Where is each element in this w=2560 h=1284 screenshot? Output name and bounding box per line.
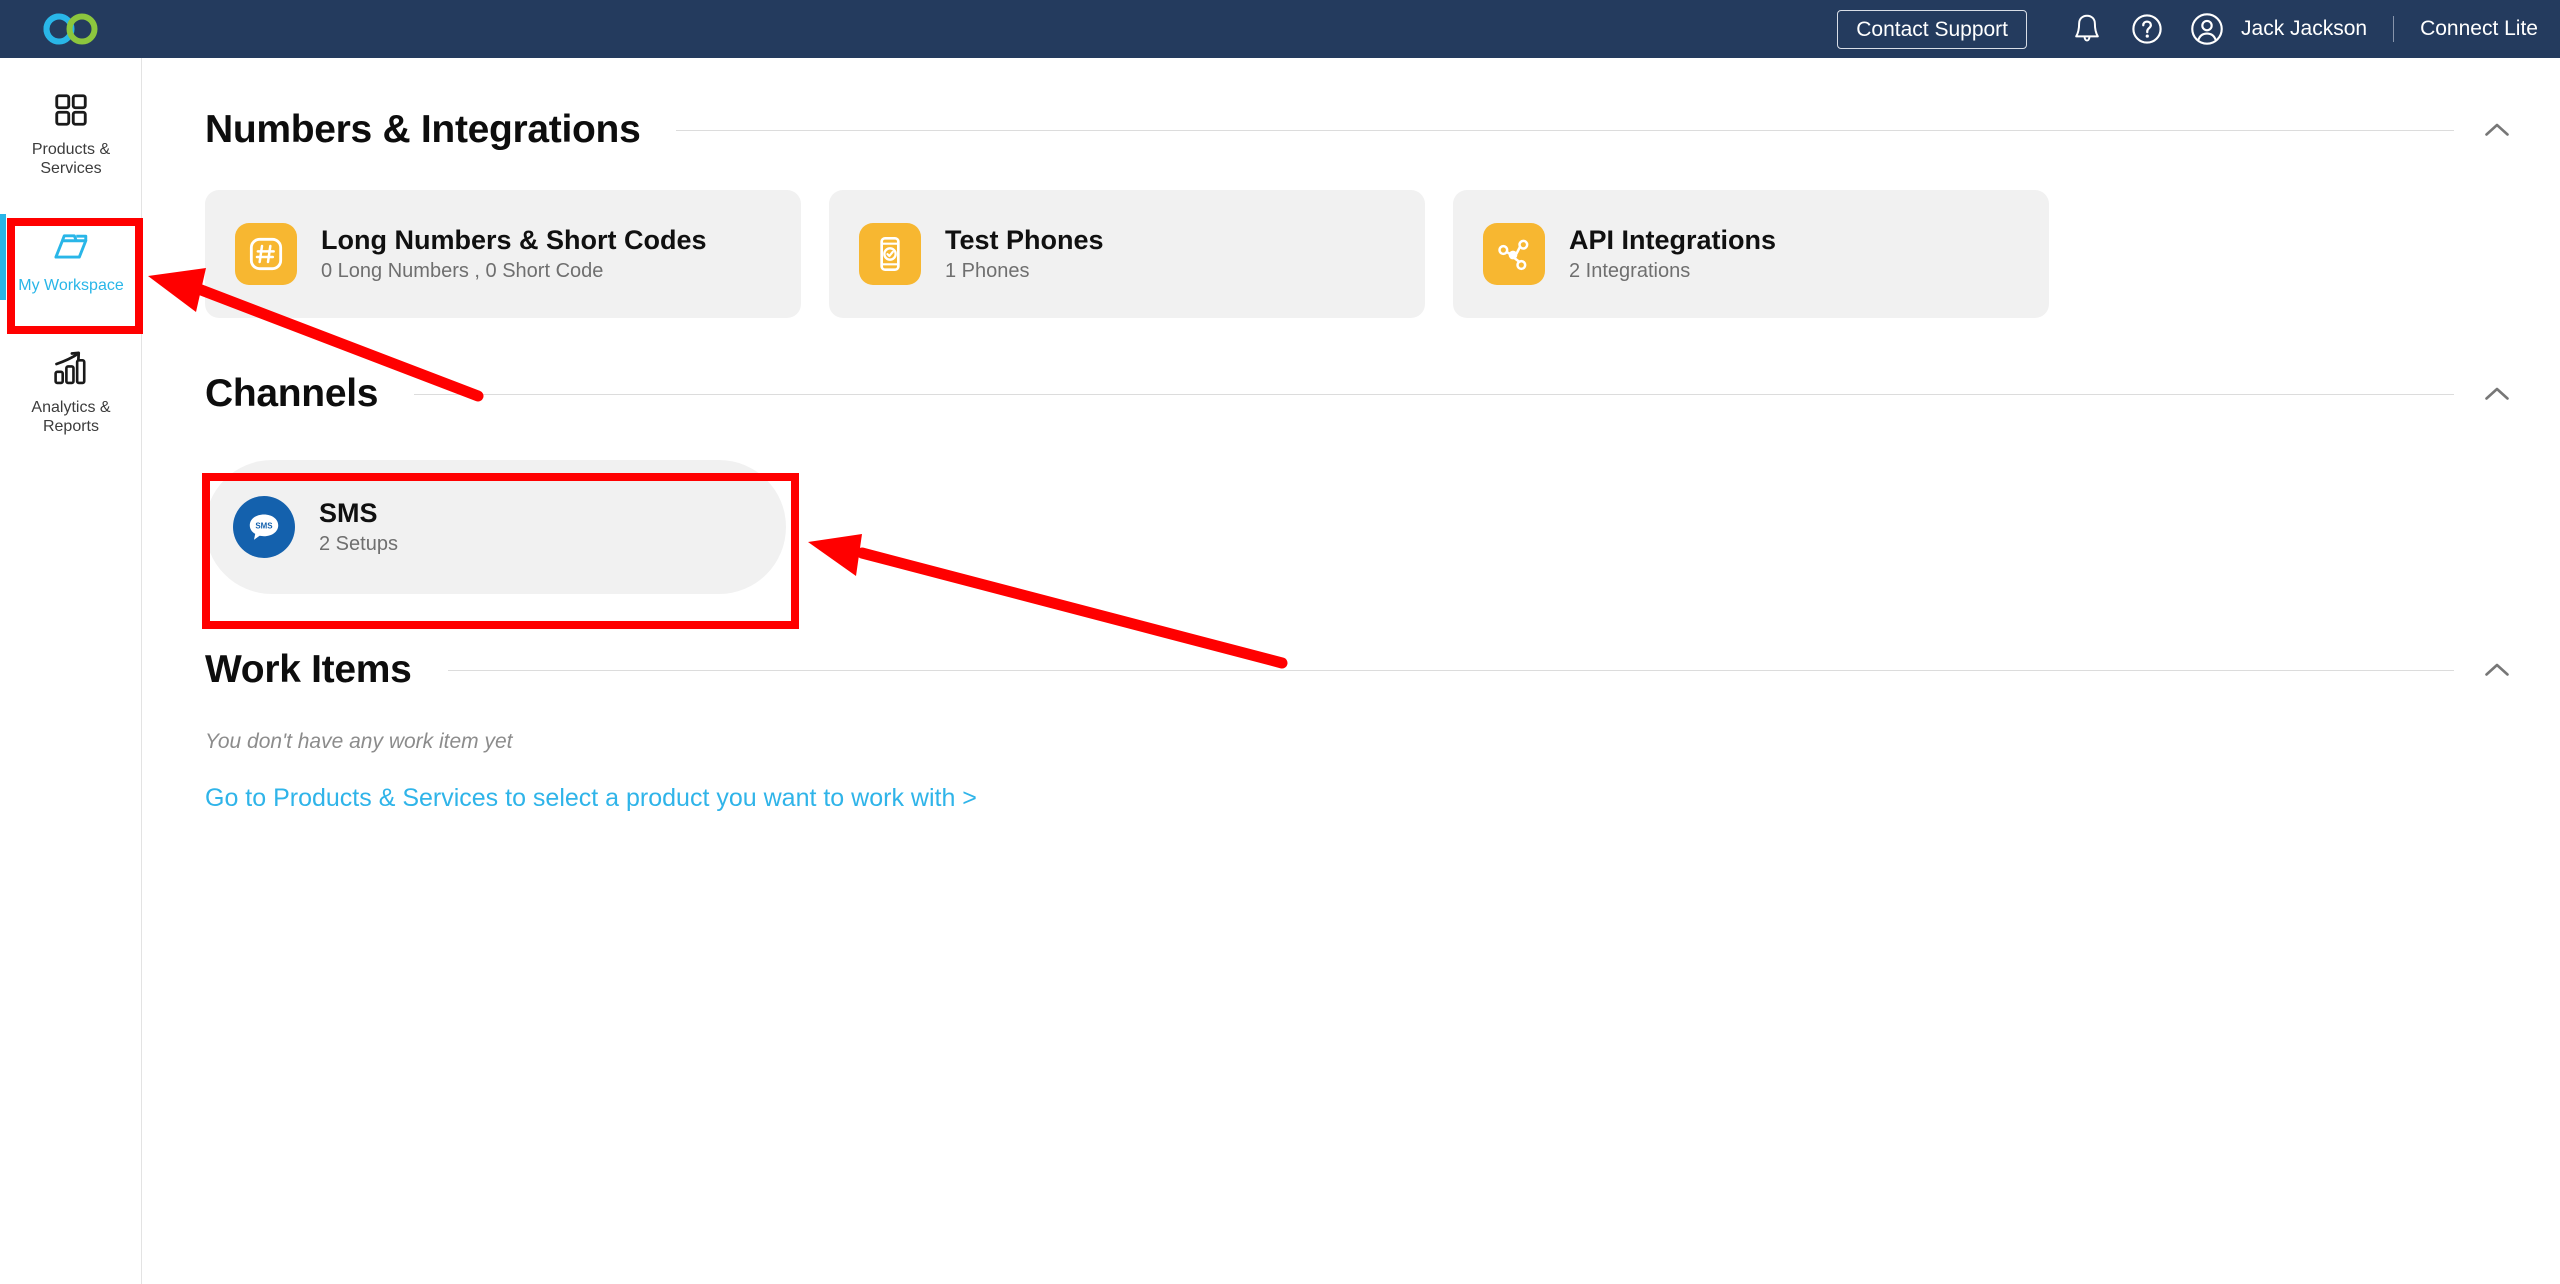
chevron-up-icon[interactable] bbox=[2482, 379, 2512, 409]
card-text: Test Phones 1 Phones bbox=[945, 225, 1104, 283]
sidebar-item-label: My Workspace bbox=[18, 277, 124, 295]
hash-icon bbox=[235, 223, 297, 285]
section-rule bbox=[414, 393, 2454, 395]
folder-icon bbox=[51, 224, 91, 268]
section-rule bbox=[676, 129, 2454, 131]
section-numbers-integrations: Numbers & Integrations Long Numbers & Sh… bbox=[143, 58, 2560, 318]
header-right-cluster: Contact Support Jack Jackson Connect Lit… bbox=[1837, 0, 2542, 58]
section-header: Channels bbox=[143, 372, 2560, 416]
bar-chart-arrow-icon bbox=[51, 346, 91, 390]
card-title: SMS bbox=[319, 498, 378, 528]
sms-bubble-icon: SMS bbox=[233, 496, 295, 558]
section-rule bbox=[447, 669, 2454, 671]
left-sidebar: Products & Services My Workspace Analytic… bbox=[0, 58, 142, 1284]
card-text: Long Numbers & Short Codes 0 Long Number… bbox=[321, 225, 707, 283]
sidebar-item-label: Analytics & Reports bbox=[31, 398, 111, 435]
plan-name-label[interactable]: Connect Lite bbox=[2420, 17, 2538, 41]
section-channels: Channels SMS SMS 2 Setups bbox=[143, 318, 2560, 594]
card-sms-channel[interactable]: SMS SMS 2 Setups bbox=[205, 460, 786, 594]
bell-icon bbox=[2075, 14, 2099, 42]
app-logo[interactable] bbox=[0, 0, 142, 58]
card-subtitle: 0 Long Numbers , 0 Short Code bbox=[321, 260, 604, 282]
top-header-bar: Contact Support Jack Jackson Connect Lit… bbox=[0, 0, 2560, 58]
card-subtitle: 1 Phones bbox=[945, 260, 1030, 282]
svg-text:SMS: SMS bbox=[255, 521, 272, 530]
phone-check-icon bbox=[859, 223, 921, 285]
grid-icon bbox=[53, 88, 89, 132]
infinity-logo-icon bbox=[43, 13, 98, 45]
chevron-up-icon[interactable] bbox=[2482, 115, 2512, 145]
help-button[interactable] bbox=[2117, 0, 2177, 58]
chevron-up-icon[interactable] bbox=[2482, 655, 2512, 685]
section-title: Channels bbox=[205, 372, 379, 415]
card-title: Test Phones bbox=[945, 225, 1104, 255]
main-content: Numbers & Integrations Long Numbers & Sh… bbox=[143, 58, 2560, 1284]
question-circle-icon bbox=[2132, 14, 2162, 44]
card-title: Long Numbers & Short Codes bbox=[321, 225, 707, 255]
card-test-phones[interactable]: Test Phones 1 Phones bbox=[829, 190, 1425, 318]
section-header: Numbers & Integrations bbox=[143, 108, 2560, 152]
sidebar-item-analytics-reports[interactable]: Analytics & Reports bbox=[0, 330, 142, 450]
notifications-button[interactable] bbox=[2057, 0, 2117, 58]
card-title: API Integrations bbox=[1569, 225, 1777, 255]
user-avatar-button[interactable] bbox=[2177, 0, 2237, 58]
channels-cards-row: SMS SMS 2 Setups bbox=[143, 460, 2560, 594]
sidebar-item-my-workspace[interactable]: My Workspace bbox=[0, 208, 142, 309]
section-header: Work Items bbox=[143, 648, 2560, 692]
sidebar-item-label: Products & Services bbox=[31, 141, 111, 178]
card-subtitle: 2 Integrations bbox=[1569, 260, 1691, 282]
section-title: Numbers & Integrations bbox=[205, 108, 641, 151]
go-to-products-services-link[interactable]: Go to Products & Services to select a pr… bbox=[143, 784, 977, 813]
header-divider bbox=[2393, 16, 2395, 42]
section-title: Work Items bbox=[205, 648, 412, 691]
user-circle-icon bbox=[2191, 13, 2223, 45]
user-name-label[interactable]: Jack Jackson bbox=[2241, 17, 2367, 41]
user-info: Jack Jackson Connect Lite bbox=[2241, 16, 2542, 42]
numbers-cards-row: Long Numbers & Short Codes 0 Long Number… bbox=[143, 190, 2560, 318]
card-long-numbers-short-codes[interactable]: Long Numbers & Short Codes 0 Long Number… bbox=[205, 190, 801, 318]
contact-support-button[interactable]: Contact Support bbox=[1837, 9, 2028, 49]
card-text: API Integrations 2 Integrations bbox=[1569, 225, 1776, 283]
section-work-items: Work Items You don't have any work item … bbox=[143, 594, 2560, 813]
card-text: SMS 2 Setups bbox=[319, 498, 398, 556]
sidebar-item-products-services[interactable]: Products & Services bbox=[0, 72, 142, 192]
card-api-integrations[interactable]: API Integrations 2 Integrations bbox=[1453, 190, 2049, 318]
share-nodes-icon bbox=[1483, 223, 1545, 285]
card-subtitle: 2 Setups bbox=[319, 533, 398, 555]
work-items-empty-message: You don't have any work item yet bbox=[205, 730, 513, 753]
